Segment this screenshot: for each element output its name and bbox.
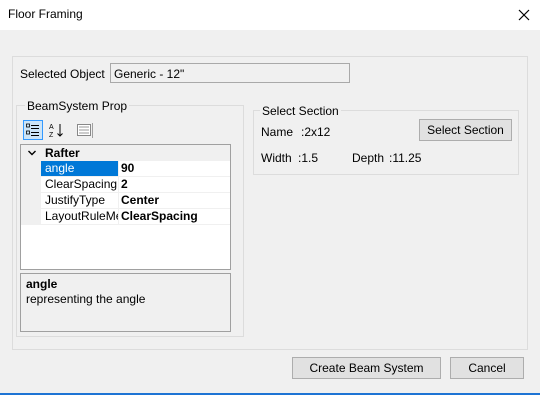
section-depth-label: Depth (352, 151, 385, 165)
cancel-button[interactable]: Cancel (450, 357, 524, 379)
selected-object-field[interactable]: Generic - 12" (110, 63, 350, 83)
property-description-panel: angle representing the angle (20, 273, 231, 332)
section-name-value: :2x12 (301, 125, 331, 139)
section-width-value: :1.5 (298, 151, 319, 165)
svg-text:A: A (49, 124, 54, 131)
section-depth-value: :11.25 (389, 151, 422, 165)
property-name[interactable]: angle (41, 161, 119, 176)
sort-alphabetical-icon: A Z (49, 124, 63, 138)
row-margin (21, 177, 41, 193)
svg-text:Z: Z (49, 132, 54, 138)
categorized-button[interactable] (23, 120, 43, 140)
property-row-clearspacing[interactable]: ClearSpacing 2 (21, 177, 230, 193)
description-text: representing the angle (26, 292, 146, 306)
property-row-angle[interactable]: angle 90 (21, 161, 230, 177)
description-title: angle (26, 277, 58, 291)
property-grid[interactable]: Rafter angle 90 ClearSpacing 2 JustifyTy… (20, 144, 231, 270)
property-value[interactable]: ClearSpacing (121, 209, 229, 224)
window-title: Floor Framing (8, 7, 83, 21)
property-name[interactable]: LayoutRuleMet (41, 209, 119, 224)
category-label: Rafter (45, 146, 80, 160)
row-margin (21, 161, 41, 177)
section-width-label: Width (261, 151, 292, 165)
category-row[interactable]: Rafter (21, 145, 230, 161)
row-margin (21, 193, 41, 209)
close-button[interactable] (508, 0, 540, 30)
select-section-button[interactable]: Select Section (419, 119, 512, 141)
row-margin (21, 209, 41, 225)
property-value[interactable]: 2 (121, 177, 229, 192)
property-name[interactable]: ClearSpacing (41, 177, 119, 192)
collapse-chevron-icon[interactable] (27, 148, 37, 158)
property-row-layoutrule[interactable]: LayoutRuleMet ClearSpacing (21, 209, 230, 225)
property-value[interactable]: Center (121, 193, 229, 208)
property-pages-button[interactable] (74, 120, 94, 140)
property-row-justifytype[interactable]: JustifyType Center (21, 193, 230, 209)
property-name[interactable]: JustifyType (41, 193, 119, 208)
property-grid-toolbar: A Z (22, 120, 234, 142)
property-value[interactable]: 90 (121, 161, 229, 176)
property-pages-icon (77, 124, 91, 136)
categorized-icon (26, 123, 39, 136)
selected-object-label: Selected Object (20, 67, 105, 81)
close-icon (518, 9, 530, 21)
beamsystem-prop-legend: BeamSystem Prop (25, 99, 130, 113)
select-section-legend: Select Section (260, 104, 341, 118)
section-name-label: Name (261, 125, 294, 139)
create-beam-system-button[interactable]: Create Beam System (292, 357, 441, 379)
alphabetical-button[interactable]: A Z (46, 120, 66, 140)
title-bar: Floor Framing (0, 0, 540, 30)
